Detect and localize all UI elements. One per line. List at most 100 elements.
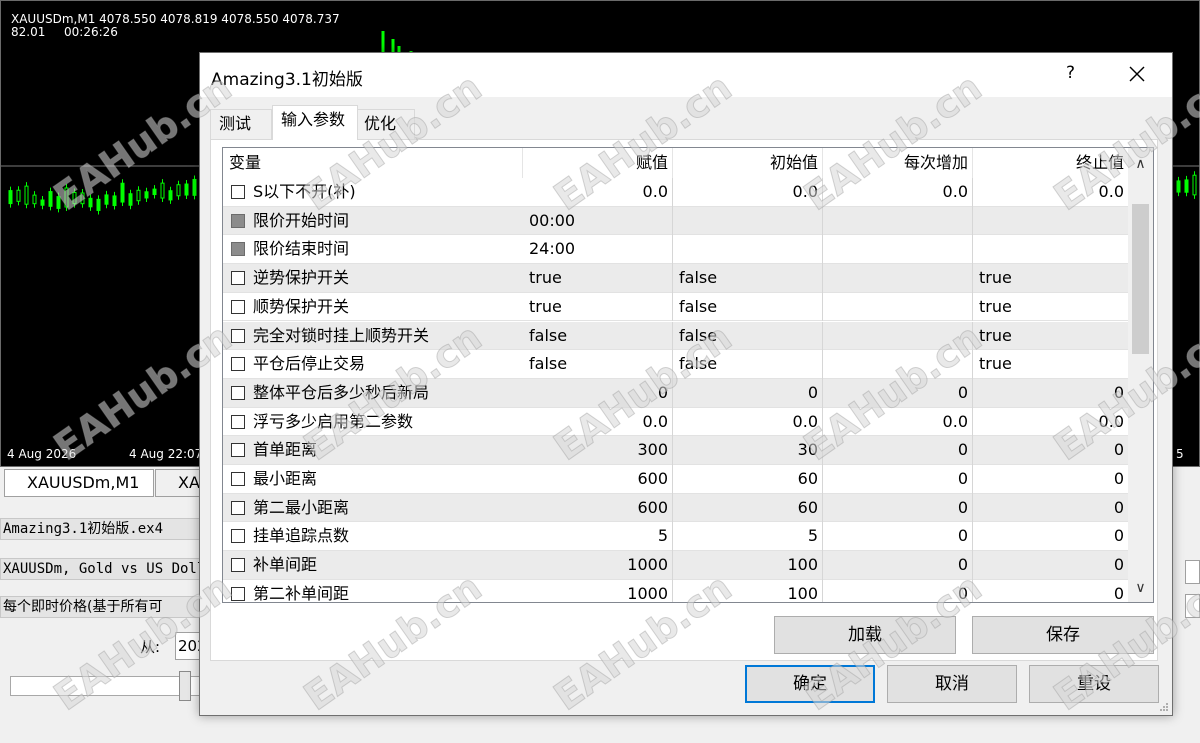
param-step-cell[interactable]: 0 — [823, 378, 973, 408]
table-row[interactable]: 整体平仓后多少秒后新局 0 0 0 0 — [223, 378, 1128, 408]
tab-inputs[interactable]: 输入参数 — [272, 105, 358, 140]
param-start-cell[interactable]: 5 — [673, 522, 823, 552]
param-start-cell[interactable]: 60 — [673, 465, 823, 494]
scroll-down-icon[interactable]: ∨ — [1128, 574, 1153, 602]
param-value-cell[interactable]: 600 — [523, 465, 673, 494]
scrollbar-thumb[interactable] — [1132, 204, 1149, 354]
param-step-cell[interactable]: 0 — [823, 522, 973, 552]
param-step-cell[interactable] — [823, 292, 973, 322]
column-header-variable[interactable]: 变量 — [223, 148, 523, 178]
param-stop-cell[interactable]: 0 — [973, 580, 1128, 602]
table-row[interactable]: 浮亏多少启用第二参数 0.0 0.0 0.0 0.0 — [223, 407, 1128, 437]
table-row[interactable]: 限价开始时间 00:00 — [223, 206, 1128, 236]
param-step-cell[interactable]: 0.0 — [823, 407, 973, 437]
table-row[interactable]: 挂单追踪点数 5 5 0 0 — [223, 522, 1128, 552]
param-value-cell[interactable]: 600 — [523, 493, 673, 523]
table-row[interactable]: 顺势保护开关 true false true — [223, 292, 1128, 322]
param-step-cell[interactable]: 0 — [823, 465, 973, 494]
param-start-cell[interactable]: 60 — [673, 493, 823, 523]
column-header-stop[interactable]: 终止值 — [973, 148, 1128, 178]
param-start-cell[interactable]: 0 — [673, 378, 823, 408]
param-start-cell[interactable] — [673, 206, 823, 236]
param-value-cell[interactable]: true — [523, 264, 673, 293]
column-header-step[interactable]: 每次增加 — [823, 148, 973, 178]
param-stop-cell[interactable]: 0.0 — [973, 178, 1128, 207]
param-stop-cell[interactable]: 0 — [973, 551, 1128, 580]
param-value-cell[interactable]: 00:00 — [523, 206, 673, 236]
param-start-cell[interactable]: false — [673, 321, 823, 351]
param-value-cell[interactable]: true — [523, 292, 673, 322]
symbol-select[interactable]: XAUUSDm, Gold vs US Doll — [0, 558, 210, 580]
table-row[interactable]: 补单间距 1000 100 0 0 — [223, 551, 1128, 580]
param-step-cell[interactable]: 0 — [823, 436, 973, 465]
param-stop-cell[interactable] — [973, 207, 1128, 236]
tab-optimization[interactable]: 优化 — [355, 109, 415, 139]
param-value-cell[interactable]: false — [523, 350, 673, 379]
param-stop-cell[interactable]: true — [973, 293, 1128, 322]
expert-select[interactable]: Amazing3.1初始版.ex4 — [0, 518, 210, 540]
speed-slider-thumb[interactable] — [179, 671, 191, 701]
param-start-cell[interactable]: false — [673, 264, 823, 293]
speed-slider[interactable] — [10, 671, 200, 701]
column-header-start[interactable]: 初始值 — [673, 148, 823, 178]
tab-testing[interactable]: 测试 — [210, 109, 272, 139]
table-row[interactable]: 第二最小距离 600 60 0 0 — [223, 493, 1128, 523]
dialog-titlebar[interactable]: Amazing3.1初始版 ? — [200, 53, 1172, 97]
param-step-cell[interactable] — [823, 206, 973, 236]
param-stop-cell[interactable] — [973, 235, 1128, 264]
cancel-button[interactable]: 取消 — [887, 665, 1017, 703]
param-stop-cell[interactable]: 0 — [973, 379, 1128, 408]
param-step-cell[interactable]: 0.0 — [823, 178, 973, 207]
param-value-cell[interactable]: 0.0 — [523, 407, 673, 437]
help-button[interactable]: ? — [1066, 63, 1075, 83]
param-stop-cell[interactable]: true — [973, 350, 1128, 379]
param-start-cell[interactable] — [673, 235, 823, 265]
param-start-cell[interactable]: false — [673, 350, 823, 379]
param-stop-cell[interactable]: 0.0 — [973, 408, 1128, 437]
chart-tab-xauusd[interactable]: XAUUSDm,M1 — [4, 469, 154, 497]
model-select[interactable]: 每个即时价格(基于所有可 — [0, 596, 210, 618]
param-value-cell[interactable]: 0.0 — [523, 178, 673, 207]
param-value-cell[interactable]: 1000 — [523, 551, 673, 580]
reset-button[interactable]: 重设 — [1029, 665, 1159, 703]
param-stop-cell[interactable]: 0 — [973, 465, 1128, 494]
load-button[interactable]: 加载 — [774, 616, 956, 654]
param-start-cell[interactable]: 100 — [673, 551, 823, 580]
param-step-cell[interactable]: 0 — [823, 493, 973, 523]
param-stop-cell[interactable]: true — [973, 322, 1128, 351]
param-value-cell[interactable]: 0 — [523, 378, 673, 408]
table-row[interactable]: S以下不开(补) 0.0 0.0 0.0 0.0 — [223, 178, 1128, 207]
table-row[interactable]: 最小距离 600 60 0 0 — [223, 465, 1128, 494]
param-value-cell[interactable]: 1000 — [523, 579, 673, 602]
vertical-scrollbar[interactable]: ∧ ∨ — [1128, 148, 1153, 602]
param-value-cell[interactable]: 300 — [523, 436, 673, 465]
table-row[interactable]: 首单距离 300 30 0 0 — [223, 436, 1128, 465]
param-start-cell[interactable]: 100 — [673, 579, 823, 602]
param-value-cell[interactable]: 5 — [523, 522, 673, 552]
side-input[interactable] — [1185, 594, 1200, 618]
scroll-up-icon[interactable]: ∧ — [1128, 150, 1153, 178]
param-stop-cell[interactable]: 0 — [973, 436, 1128, 465]
table-row[interactable]: 逆势保护开关 true false true — [223, 264, 1128, 293]
param-step-cell[interactable]: 0 — [823, 551, 973, 580]
table-row[interactable]: 第二补单间距 1000 100 0 0 — [223, 579, 1128, 602]
table-row[interactable]: 完全对锁时挂上顺势开关 false false true — [223, 321, 1128, 351]
param-step-cell[interactable]: 0 — [823, 579, 973, 602]
param-value-cell[interactable]: false — [523, 321, 673, 351]
resize-grip-icon[interactable] — [1158, 701, 1170, 713]
param-start-cell[interactable]: 0.0 — [673, 407, 823, 437]
param-stop-cell[interactable]: 0 — [973, 494, 1128, 523]
param-step-cell[interactable] — [823, 235, 973, 265]
param-start-cell[interactable]: 30 — [673, 436, 823, 465]
param-stop-cell[interactable]: 0 — [973, 522, 1128, 551]
param-step-cell[interactable] — [823, 264, 973, 293]
param-stop-cell[interactable]: true — [973, 264, 1128, 293]
param-step-cell[interactable] — [823, 350, 973, 379]
param-start-cell[interactable]: false — [673, 292, 823, 322]
save-button[interactable]: 保存 — [972, 616, 1154, 654]
table-row[interactable]: 限价结束时间 24:00 — [223, 235, 1128, 265]
param-value-cell[interactable]: 24:00 — [523, 235, 673, 265]
side-input[interactable] — [1185, 560, 1200, 584]
close-icon[interactable] — [1128, 65, 1146, 83]
ok-button[interactable]: 确定 — [745, 665, 875, 703]
